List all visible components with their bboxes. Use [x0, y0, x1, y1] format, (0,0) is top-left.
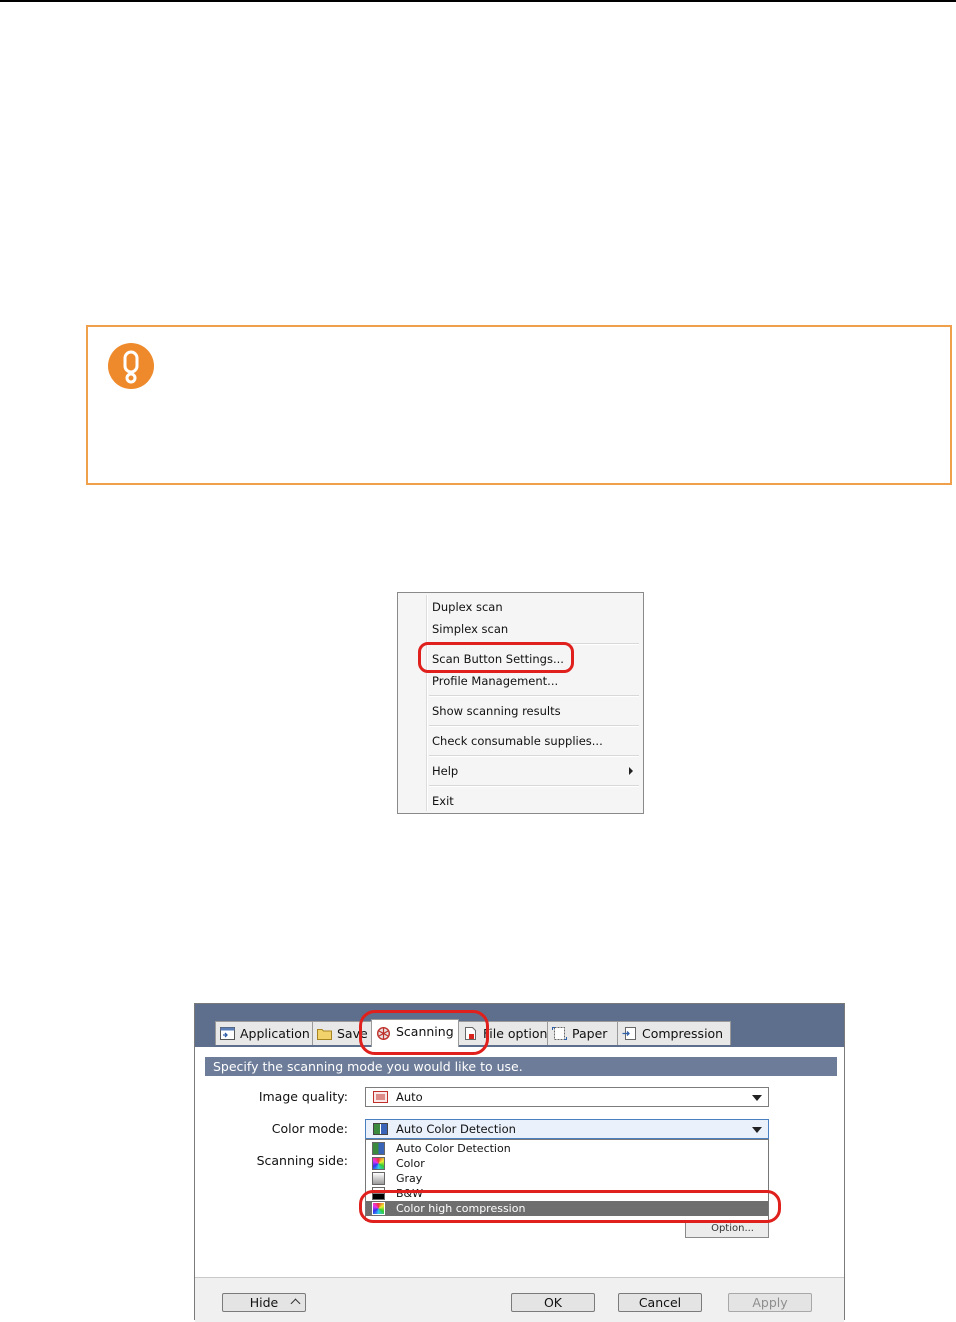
chevron-down-icon [752, 1095, 762, 1101]
highlight-ring-scanning-tab [359, 1010, 489, 1055]
highlight-ring-scan-button-settings [418, 642, 574, 673]
color-mode-label: Color mode: [271, 1121, 348, 1136]
tab-label: Paper [572, 1026, 608, 1041]
menu-item-simplex-scan[interactable]: Simplex scan [432, 620, 508, 638]
tab-label: Compression [642, 1026, 724, 1041]
tab-label: Application [240, 1026, 310, 1041]
menu-separator [429, 695, 639, 697]
compression-tab-icon [622, 1027, 636, 1040]
color-icon [372, 1157, 385, 1170]
highlight-ring-color-high-compression [359, 1190, 781, 1223]
menu-item-help[interactable]: Help [432, 762, 458, 780]
color-mode-option-auto[interactable]: Auto Color Detection [366, 1141, 768, 1156]
tab-paper[interactable]: Paper [547, 1021, 618, 1045]
application-tab-icon [220, 1027, 235, 1040]
option-label: Gray [396, 1172, 423, 1185]
page-top-rule [0, 0, 956, 2]
color-mode-value: Auto Color Detection [396, 1122, 516, 1136]
auto-color-detection-icon [372, 1142, 385, 1155]
chevron-down-icon [752, 1127, 762, 1133]
scanning-side-label: Scanning side: [256, 1153, 348, 1168]
menu-item-check-consumable-supplies[interactable]: Check consumable supplies... [432, 732, 603, 750]
ok-button[interactable]: OK [511, 1293, 595, 1312]
scan-button-settings-dialog: Application Save Scanning File option Pa… [194, 1003, 845, 1322]
menu-icon-gutter [426, 595, 428, 811]
gray-icon [372, 1172, 385, 1185]
caution-icon [108, 343, 154, 389]
chevron-up-icon [290, 1298, 301, 1309]
menu-item-show-scanning-results[interactable]: Show scanning results [432, 702, 561, 720]
hide-button-label: Hide [249, 1295, 279, 1310]
menu-separator [429, 725, 639, 727]
image-quality-value: Auto [396, 1090, 423, 1104]
tray-context-menu: Duplex scan Simplex scan Scan Button Set… [397, 592, 644, 814]
paper-tab-icon [552, 1027, 567, 1040]
menu-item-profile-management[interactable]: Profile Management... [432, 672, 558, 690]
panel-banner: Specify the scanning mode you would like… [205, 1057, 837, 1076]
color-mode-option-gray[interactable]: Gray [366, 1171, 768, 1186]
color-mode-select[interactable]: Auto Color Detection [365, 1119, 769, 1139]
option-label: Auto Color Detection [396, 1142, 511, 1155]
scanning-panel: Specify the scanning mode you would like… [195, 1047, 844, 1277]
tab-compression[interactable]: Compression [617, 1021, 731, 1045]
dialog-footer: Hide OK Cancel Apply [195, 1277, 844, 1322]
image-quality-icon [373, 1091, 388, 1103]
option-label: Color [396, 1157, 425, 1170]
menu-separator [429, 785, 639, 787]
apply-button[interactable]: Apply [728, 1293, 812, 1312]
auto-color-detection-icon [373, 1123, 388, 1135]
hide-button[interactable]: Hide [222, 1293, 306, 1312]
image-quality-select[interactable]: Auto [365, 1087, 769, 1107]
image-quality-label: Image quality: [258, 1089, 348, 1104]
option-button[interactable]: Option... [685, 1222, 769, 1238]
menu-item-exit[interactable]: Exit [432, 792, 454, 810]
caution-box [86, 325, 952, 485]
cancel-button[interactable]: Cancel [618, 1293, 702, 1312]
dialog-header: Application Save Scanning File option Pa… [195, 1004, 844, 1047]
tab-label: File option [483, 1026, 548, 1041]
color-mode-option-color[interactable]: Color [366, 1156, 768, 1171]
menu-item-duplex-scan[interactable]: Duplex scan [432, 598, 503, 616]
menu-separator [429, 755, 639, 757]
save-folder-icon [317, 1029, 332, 1040]
submenu-arrow-icon [629, 767, 633, 775]
tab-application[interactable]: Application [215, 1021, 313, 1045]
